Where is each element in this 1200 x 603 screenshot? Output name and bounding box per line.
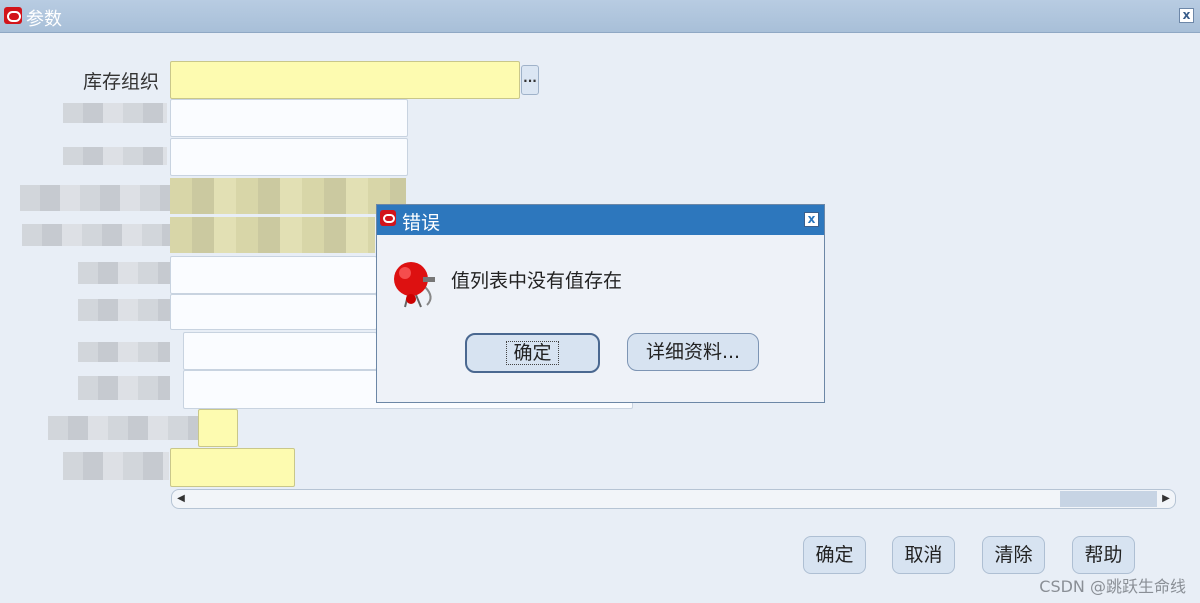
obscured-label [78,376,170,400]
obscured-label [22,224,170,246]
error-dialog: 错误 x 值列表中没有值存在 确定 详细资料... [376,204,825,403]
ok-button[interactable]: 确定 [803,536,866,574]
oracle-logo-icon [4,7,22,24]
lov-button[interactable]: ... [521,65,539,95]
scroll-right-icon[interactable]: ▶ [1158,491,1174,507]
obscured-label [63,103,167,123]
parameter-input[interactable] [170,448,295,487]
oracle-logo-icon [380,210,396,226]
dialog-title: 错误 [402,212,441,234]
scroll-left-icon[interactable]: ◀ [173,491,189,507]
parameter-input[interactable] [170,256,377,294]
obscured-label [78,262,170,284]
dialog-message: 值列表中没有值存在 [451,270,623,292]
parameter-input[interactable] [170,99,408,137]
obscured-label [48,416,198,440]
dialog-details-button[interactable]: 详细资料... [627,333,759,371]
parameter-input[interactable] [198,409,238,447]
parameter-input[interactable] [170,138,408,176]
alarm-bell-icon [394,262,435,308]
parameter-input[interactable] [170,294,377,330]
window-title: 参数 [26,9,62,30]
dialog-ok-label: 确定 [506,341,559,365]
obscured-label [78,342,170,362]
obscured-label [63,147,167,165]
scroll-thumb[interactable] [1060,491,1157,507]
parameter-input[interactable] [183,332,377,370]
obscured-label [63,452,169,480]
help-button[interactable]: 帮助 [1072,536,1135,574]
parameter-input[interactable] [170,178,406,214]
watermark: CSDN @跳跃生命线 [1039,577,1186,596]
parameter-input[interactable] [170,217,375,253]
clear-button[interactable]: 清除 [982,536,1045,574]
inventory-org-label: 库存组织 [83,71,160,93]
window-close-button[interactable]: x [1179,8,1194,23]
dialog-close-button[interactable]: x [804,212,819,227]
cancel-button[interactable]: 取消 [892,536,955,574]
obscured-label [20,185,170,211]
window-titlebar: 参数 x [0,0,1200,33]
inventory-org-input[interactable] [170,61,520,99]
dialog-ok-button[interactable]: 确定 [465,333,600,373]
horizontal-scrollbar[interactable]: ◀ ▶ [171,489,1176,509]
dialog-titlebar: 错误 x [377,205,824,235]
obscured-label [78,299,170,321]
